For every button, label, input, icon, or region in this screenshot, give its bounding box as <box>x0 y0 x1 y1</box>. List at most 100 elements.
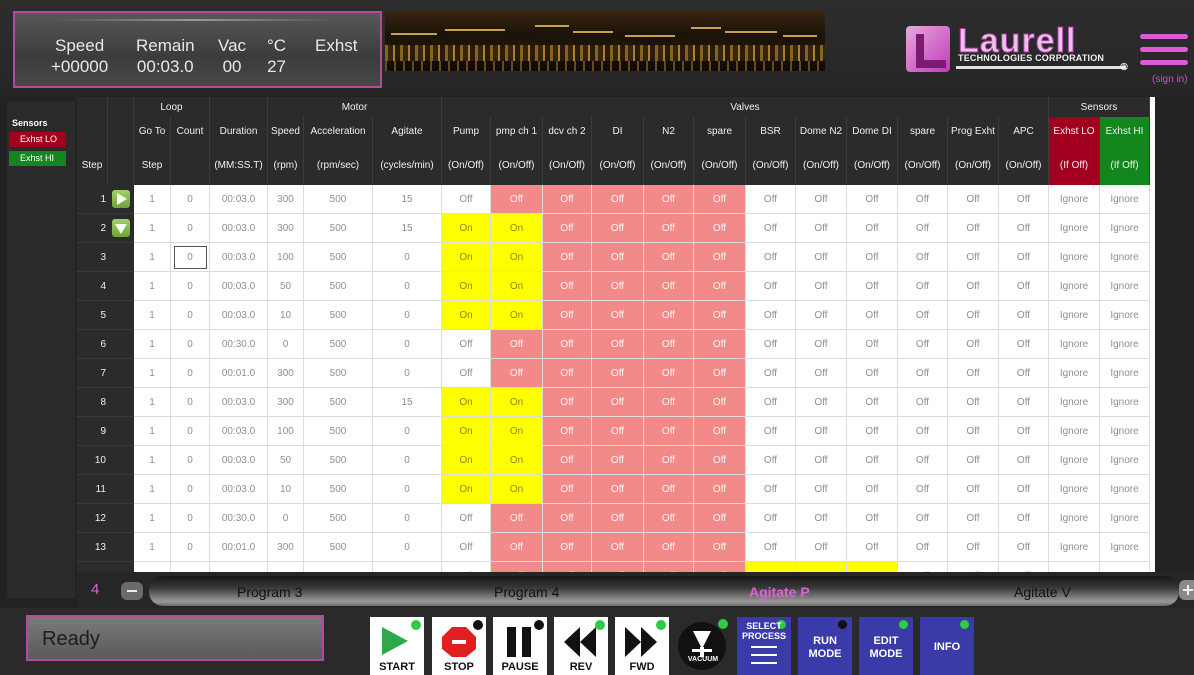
table-cell[interactable]: Off <box>592 388 644 417</box>
table-cell[interactable]: 500 <box>304 330 373 359</box>
table-cell[interactable]: Off <box>847 272 898 301</box>
table-cell[interactable]: Ignore <box>1100 243 1150 272</box>
table-cell[interactable]: 1 <box>134 446 171 475</box>
table-cell[interactable]: 0 <box>171 504 210 533</box>
table-cell[interactable]: Off <box>543 446 592 475</box>
table-cell[interactable]: Off <box>948 214 999 243</box>
table-cell[interactable]: Off <box>847 417 898 446</box>
column-header[interactable]: Exhst LO <box>1049 117 1100 145</box>
table-cell[interactable]: Off <box>746 185 796 214</box>
table-cell[interactable]: 00:03.0 <box>210 388 268 417</box>
table-cell[interactable]: Off <box>694 330 746 359</box>
program-next-button[interactable] <box>1179 580 1194 600</box>
table-cell[interactable]: 00:03.0 <box>210 243 268 272</box>
column-header[interactable]: Acceleration <box>304 117 373 145</box>
table-cell[interactable]: 00:03.0 <box>210 446 268 475</box>
stop-button[interactable]: STOP <box>432 617 486 675</box>
table-cell[interactable]: Off <box>948 475 999 504</box>
column-header[interactable]: Agitate <box>373 117 442 145</box>
table-cell[interactable]: Off <box>999 504 1049 533</box>
table-cell[interactable]: Off <box>898 504 948 533</box>
table-cell[interactable]: Off <box>847 330 898 359</box>
table-cell[interactable]: Off <box>543 359 592 388</box>
table-cell[interactable]: 0 <box>373 417 442 446</box>
table-cell[interactable]: On <box>442 272 491 301</box>
table-cell[interactable]: Off <box>796 214 847 243</box>
table-cell[interactable]: On <box>847 562 898 572</box>
table-cell[interactable]: Off <box>491 330 543 359</box>
table-cell[interactable]: Off <box>847 475 898 504</box>
table-cell[interactable]: Off <box>898 185 948 214</box>
table-cell[interactable]: Off <box>694 185 746 214</box>
table-cell[interactable]: Off <box>442 330 491 359</box>
table-cell[interactable]: Off <box>592 446 644 475</box>
table-cell[interactable]: Off <box>644 475 694 504</box>
fwd-button[interactable]: FWD <box>615 617 669 675</box>
table-cell[interactable]: 0 <box>171 330 210 359</box>
table-cell[interactable]: Off <box>746 272 796 301</box>
table-cell[interactable]: Off <box>898 533 948 562</box>
table-cell[interactable]: Off <box>999 417 1049 446</box>
table-cell[interactable]: 1 <box>134 185 171 214</box>
table-cell[interactable]: On <box>442 243 491 272</box>
column-header[interactable]: Duration <box>210 117 268 145</box>
table-cell[interactable]: Ignore <box>1100 475 1150 504</box>
table-cell[interactable]: Ignore <box>1049 562 1100 572</box>
table-cell[interactable]: Off <box>491 185 543 214</box>
table-cell[interactable]: 10 <box>268 475 304 504</box>
table-cell[interactable]: Off <box>543 185 592 214</box>
table-cell[interactable]: 0 <box>171 359 210 388</box>
table-cell[interactable]: Off <box>898 272 948 301</box>
table-cell[interactable]: Off <box>948 562 999 572</box>
table-cell[interactable]: Off <box>948 388 999 417</box>
column-header[interactable]: spare <box>898 117 948 145</box>
table-cell[interactable]: 00:03.0 <box>210 185 268 214</box>
table-cell[interactable]: Ignore <box>1100 272 1150 301</box>
table-cell[interactable]: 1 <box>134 330 171 359</box>
table-cell[interactable]: Ignore <box>1049 475 1100 504</box>
table-cell[interactable]: Off <box>592 214 644 243</box>
table-cell[interactable]: Off <box>796 359 847 388</box>
table-cell[interactable]: On <box>442 214 491 243</box>
table-cell[interactable]: 0 <box>373 243 442 272</box>
table-cell[interactable]: 0 <box>373 533 442 562</box>
program-item[interactable]: Program 4 <box>494 584 559 600</box>
table-cell[interactable]: Ignore <box>1049 417 1100 446</box>
table-cell[interactable]: On <box>796 562 847 572</box>
table-cell[interactable]: On <box>491 301 543 330</box>
table-cell[interactable]: Off <box>898 562 948 572</box>
table-cell[interactable]: On <box>491 446 543 475</box>
table-cell[interactable]: On <box>491 388 543 417</box>
table-cell[interactable]: 0 <box>268 330 304 359</box>
table-cell[interactable]: Off <box>898 417 948 446</box>
table-cell[interactable]: Off <box>694 475 746 504</box>
table-cell[interactable]: 0 <box>171 243 210 272</box>
table-cell[interactable]: On <box>491 272 543 301</box>
table-cell[interactable]: Off <box>491 533 543 562</box>
table-cell[interactable]: Off <box>442 533 491 562</box>
table-cell[interactable]: Off <box>999 243 1049 272</box>
table-cell[interactable]: Off <box>592 359 644 388</box>
table-cell[interactable]: Off <box>644 533 694 562</box>
table-cell[interactable]: Off <box>592 475 644 504</box>
table-cell[interactable]: Off <box>491 504 543 533</box>
table-cell[interactable]: On <box>442 446 491 475</box>
table-cell[interactable]: Off <box>898 388 948 417</box>
table-cell[interactable]: 0 <box>373 272 442 301</box>
table-cell[interactable]: Off <box>694 272 746 301</box>
table-cell[interactable]: Ignore <box>1049 533 1100 562</box>
table-cell[interactable]: Off <box>694 562 746 572</box>
table-cell[interactable]: Ignore <box>1049 359 1100 388</box>
table-cell[interactable]: Off <box>543 562 592 572</box>
table-cell[interactable]: Off <box>543 388 592 417</box>
table-cell[interactable]: 500 <box>304 562 373 572</box>
table-cell[interactable]: Off <box>898 301 948 330</box>
column-header[interactable]: Prog Exht <box>948 117 999 145</box>
table-cell[interactable]: Off <box>948 272 999 301</box>
table-cell[interactable]: 00:03.0 <box>210 214 268 243</box>
table-cell[interactable]: On <box>491 417 543 446</box>
table-cell[interactable]: 1 <box>134 417 171 446</box>
next-step-arrow-icon[interactable] <box>112 219 130 237</box>
column-header[interactable]: Count <box>171 117 210 145</box>
table-cell[interactable]: 500 <box>304 417 373 446</box>
